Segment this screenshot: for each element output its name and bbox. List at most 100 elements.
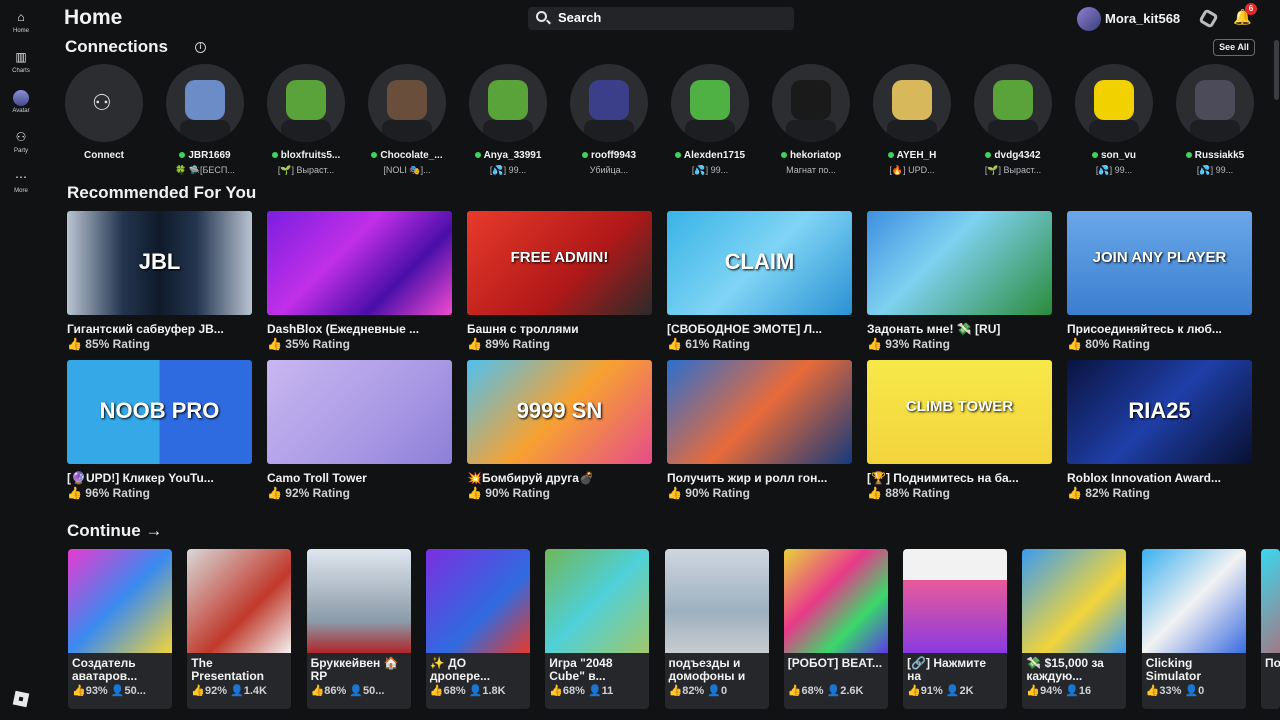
- friend-status: [🌱] Выраст...: [984, 165, 1042, 175]
- roblox-logo-icon[interactable]: [12, 690, 30, 708]
- search-input[interactable]: Search: [528, 7, 794, 30]
- game-stats: 👍33% 👤0: [1145, 685, 1205, 697]
- avatar-head: [1195, 80, 1235, 120]
- robux-icon[interactable]: [1198, 8, 1219, 29]
- game-thumbnail: [1141, 549, 1246, 653]
- game-thumbnail: [545, 549, 650, 653]
- see-all-button[interactable]: See All: [1213, 39, 1255, 56]
- friend-item[interactable]: son_vu [💦] 99...: [1069, 64, 1159, 175]
- friend-name-text: hekoriatop: [789, 150, 842, 161]
- scrollbar[interactable]: [1274, 40, 1279, 100]
- sidebar-item-home[interactable]: ⌂ Home: [0, 10, 42, 50]
- game-tile[interactable]: DashBlox (Ежедневные ... 👍 35% Rating: [267, 211, 452, 357]
- rating-value: 35% Rating: [285, 337, 350, 351]
- friend-avatar: [368, 64, 446, 142]
- continue-tile[interactable]: ✨ ДО дропере... 👍68% 👤1.8K: [425, 549, 530, 709]
- continue-tile[interactable]: По...: [1261, 549, 1280, 709]
- game-tile[interactable]: Задонать мне! 💸 [RU] 👍 93% Rating: [867, 211, 1052, 357]
- game-thumbnail: [783, 549, 888, 653]
- sidebar-item-label: Avatar: [12, 108, 30, 114]
- continue-tile[interactable]: [🔗] Нажмите на 👍91% 👤2K: [903, 549, 1008, 709]
- friend-name-text: Anya_33991: [483, 150, 542, 161]
- recommended-title[interactable]: Recommended For You: [67, 183, 256, 203]
- online-dot-icon: [179, 152, 186, 158]
- game-tile[interactable]: Получить жир и ролл гон... 👍 90% Rating: [667, 360, 852, 506]
- friend-avatar: [1176, 64, 1254, 142]
- game-tile[interactable]: JOIN ANY PLAYER Присоединяйтесь к люб... 👍…: [1067, 211, 1252, 357]
- friend-name-text: Chocolate_...: [380, 150, 443, 161]
- sidebar-item-party[interactable]: ⚇ Party: [0, 130, 42, 170]
- friend-avatar: [469, 64, 547, 142]
- sidebar-item-avatar[interactable]: Avatar: [0, 90, 42, 130]
- continue-tile[interactable]: [РОБОТ] BEAT... 👍68% 👤2.6K: [783, 549, 888, 709]
- friend-name: Chocolate_...: [362, 150, 452, 161]
- friend-name: son_vu: [1069, 150, 1159, 161]
- game-rating: 👍 88% Rating: [867, 486, 1052, 500]
- game-tile[interactable]: CLIMB TOWER [🏆] Поднимитесь на ба... 👍 88%…: [867, 360, 1052, 506]
- continue-tile[interactable]: The Presentation 👍92% 👤1.4K: [187, 549, 292, 709]
- info-icon[interactable]: i: [195, 42, 206, 53]
- friend-item[interactable]: Anya_33991 [💦] 99...: [463, 64, 553, 175]
- thumbs-up-icon: 👍: [67, 486, 86, 500]
- continue-title[interactable]: Continue →: [67, 521, 162, 541]
- friend-item[interactable]: hekoriatop Магнат по...: [766, 64, 856, 175]
- avatar-head: [185, 80, 225, 120]
- friend-avatar: [267, 64, 345, 142]
- game-stats: 👍68% 👤2.6K: [787, 685, 864, 697]
- friend-item[interactable]: Russiakk5 [💦] 99...: [1170, 64, 1260, 175]
- connections-title[interactable]: Connections: [65, 37, 168, 57]
- sidebar-item-more[interactable]: ⋯ More: [0, 170, 42, 210]
- continue-tile[interactable]: 💸 $15,000 за каждую... 👍94% 👤16: [1022, 549, 1127, 709]
- game-thumbnail: [267, 211, 452, 315]
- thumbnail-text: FREE ADMIN!: [510, 249, 609, 266]
- avatar-head: [791, 80, 831, 120]
- friend-status: [🌱] Выраст...: [277, 165, 335, 175]
- game-thumbnail: [1022, 549, 1127, 653]
- game-name: Присоединяйтесь к люб...: [1067, 322, 1222, 336]
- avatar-head: [1094, 80, 1134, 120]
- game-stats: 👍86% 👤50...: [310, 685, 385, 697]
- friend-item[interactable]: dvdg4342 [🌱] Выраст...: [968, 64, 1058, 175]
- friend-item[interactable]: bloxfruits5... [🌱] Выраст...: [261, 64, 351, 175]
- avatar-head: [892, 80, 932, 120]
- online-dot-icon: [1185, 152, 1192, 158]
- game-tile[interactable]: Camo Troll Tower 👍 92% Rating: [267, 360, 452, 506]
- home-icon: ⌂: [17, 10, 25, 24]
- connect-button[interactable]: ⚇ Connect: [59, 64, 149, 174]
- sidebar-item-charts[interactable]: ▥ Charts: [0, 50, 42, 90]
- continue-tile[interactable]: подъезды и домофоны и 👍82% 👤0: [664, 549, 769, 709]
- continue-tile[interactable]: Создатель аватаров... 👍93% 👤50...: [68, 549, 172, 709]
- avatar-body: [786, 120, 836, 142]
- thumbnail-text: NOOB PRO: [99, 398, 220, 423]
- friend-item[interactable]: rooff9943 Убийца...: [564, 64, 654, 175]
- thumbs-up-icon: 👍: [267, 337, 286, 351]
- game-tile[interactable]: 9999 SN 💥Бомбируй друга💣 👍 90% Rating: [467, 360, 652, 506]
- game-tile[interactable]: CLAIM [СВОБОДНОЕ ЭМОТЕ] Л... 👍 61% Rating: [667, 211, 852, 357]
- continue-tile[interactable]: Игра "2048 Cube" в... 👍68% 👤11: [545, 549, 650, 709]
- add-friends-icon: ⚇: [92, 90, 112, 115]
- game-thumbnail: JOIN ANY PLAYER: [1067, 211, 1252, 315]
- game-tile[interactable]: JBL Гигантский сабвуфер JB... 👍 85% Rating: [67, 211, 252, 357]
- game-tile[interactable]: NOOB PRO [🔮UPD!] Кликер YouTu... 👍 96% Rat…: [67, 360, 252, 506]
- game-name: The Presentation: [191, 656, 264, 683]
- friend-item[interactable]: JBR1669 🍀 🛸[БЕСП...: [160, 64, 250, 175]
- thumbs-up-icon: 👍: [467, 486, 486, 500]
- user-avatar[interactable]: [1077, 7, 1101, 31]
- friend-item[interactable]: AYEH_H [🔥] UPD...: [867, 64, 957, 175]
- thumbs-up-icon: 👍: [867, 337, 886, 351]
- game-name: Игра "2048 Cube" в...: [549, 656, 613, 683]
- game-tile[interactable]: FREE ADMIN! Башня с троллями 👍 89% Rating: [467, 211, 652, 357]
- game-name: [🏆] Поднимитесь на ба...: [867, 471, 1019, 485]
- friend-status: Убийца...: [589, 165, 629, 175]
- friend-item[interactable]: Alexden1715 [💦] 99...: [665, 64, 755, 175]
- avatar-body: [685, 120, 735, 142]
- friend-name: dvdg4342: [968, 150, 1058, 161]
- friend-item[interactable]: Chocolate_... [NOLI 🎭]...: [362, 64, 452, 175]
- game-rating: 👍 90% Rating: [467, 486, 652, 500]
- game-thumbnail: CLAIM: [667, 211, 852, 315]
- continue-tile[interactable]: Clicking Simulator 👍33% 👤0: [1141, 549, 1246, 709]
- username[interactable]: Mora_kit568: [1105, 11, 1180, 26]
- continue-tile[interactable]: Бруккейвен 🏠 RP 👍86% 👤50...: [306, 549, 411, 709]
- game-tile[interactable]: RIA25 Roblox Innovation Award... 👍 82% Rat…: [1067, 360, 1252, 506]
- rating-value: 90% Rating: [485, 486, 550, 500]
